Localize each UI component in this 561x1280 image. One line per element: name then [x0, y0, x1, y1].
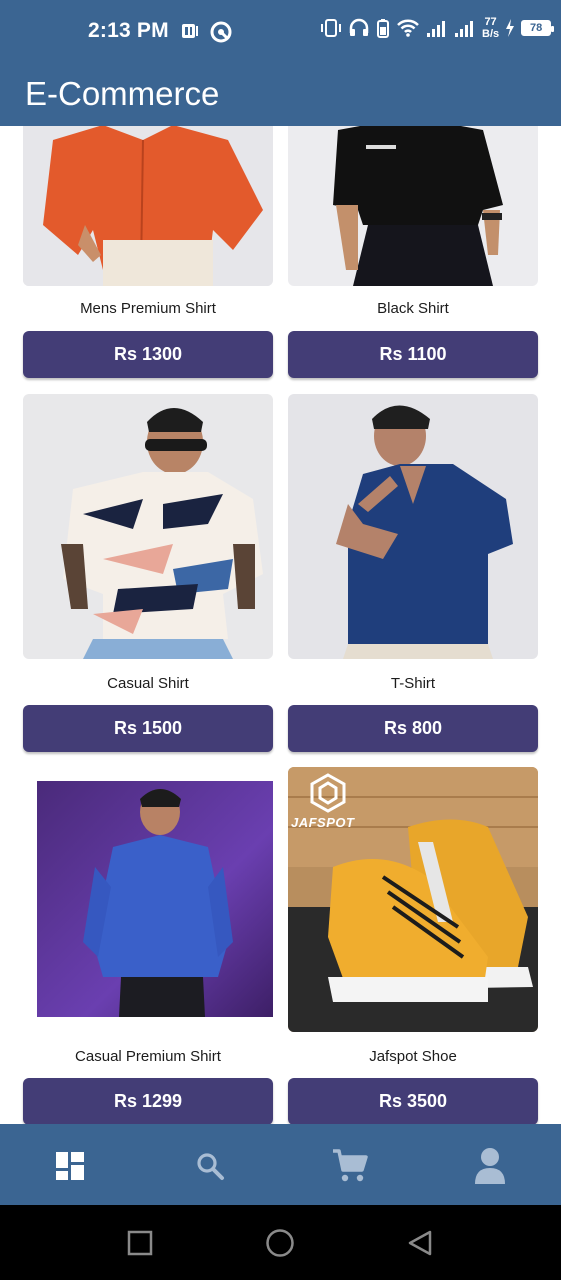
home-button[interactable]	[264, 1227, 296, 1259]
headset-icon	[349, 18, 369, 36]
nav-cart[interactable]	[328, 1144, 372, 1188]
product-photo	[23, 126, 273, 286]
recents-button[interactable]	[124, 1227, 156, 1259]
system-navigation-bar	[0, 1205, 561, 1280]
product-card[interactable]: Mens Premium Shirt Rs 1300	[23, 126, 273, 378]
bottom-navigation	[0, 1124, 561, 1205]
price-button[interactable]: Rs 3500	[288, 1078, 538, 1124]
price-button[interactable]: Rs 1299	[23, 1078, 273, 1124]
product-photo	[23, 394, 273, 659]
jafspot-logo-icon	[310, 773, 346, 813]
jafspot-logo-text: JAFSPOT	[291, 815, 355, 830]
back-icon	[408, 1230, 432, 1256]
nav-search[interactable]	[188, 1144, 232, 1188]
profile-icon	[475, 1148, 505, 1184]
back-button[interactable]	[404, 1227, 436, 1259]
product-card[interactable]: Casual Shirt Rs 1500	[23, 394, 273, 752]
status-bar: 2:13 PM 77 B/s 78	[0, 0, 561, 62]
product-image[interactable]	[288, 394, 538, 659]
product-photo	[23, 767, 273, 1032]
product-name: Black Shirt	[377, 300, 449, 317]
recents-icon	[127, 1230, 153, 1256]
net-speed-value: 77	[484, 16, 497, 28]
product-card[interactable]: T-Shirt Rs 800	[288, 394, 538, 752]
product-grid[interactable]: Mens Premium Shirt Rs 1300 Black Shirt R…	[0, 126, 561, 1124]
price-button[interactable]: Rs 800	[288, 705, 538, 752]
app-bar: E-Commerce	[0, 62, 561, 126]
net-speed: 77 B/s	[482, 16, 499, 40]
product-photo	[288, 394, 538, 659]
charging-icon	[506, 19, 515, 37]
product-card[interactable]: JAFSPOT Jafspot Shoe Rs 3500	[288, 767, 538, 1124]
product-image[interactable]: JAFSPOT	[288, 767, 538, 1032]
net-speed-unit: B/s	[482, 28, 500, 40]
dashboard-icon	[56, 1152, 84, 1180]
nav-profile[interactable]	[468, 1144, 512, 1188]
product-image[interactable]	[288, 126, 538, 286]
product-card[interactable]: Casual Premium Shirt Rs 1299	[23, 767, 273, 1124]
battery-indicator: 78	[521, 20, 555, 36]
search-icon	[197, 1153, 224, 1180]
nav-dashboard[interactable]	[48, 1144, 92, 1188]
signal-icon	[427, 21, 445, 37]
battery-level: 78	[530, 22, 543, 34]
vpn-icon	[210, 21, 232, 43]
cart-icon	[333, 1149, 368, 1182]
price-button[interactable]: Rs 1500	[23, 705, 273, 752]
product-name: Casual Shirt	[107, 675, 189, 692]
home-icon	[266, 1229, 294, 1257]
wifi-icon	[397, 19, 419, 37]
notification-icon	[182, 24, 198, 38]
product-image[interactable]	[23, 394, 273, 659]
product-image[interactable]	[23, 126, 273, 286]
vibrate-icon	[321, 19, 341, 37]
product-card[interactable]: Black Shirt Rs 1100	[288, 126, 538, 378]
signal-icon	[455, 21, 473, 37]
product-name: Casual Premium Shirt	[75, 1048, 221, 1065]
product-image[interactable]	[23, 767, 273, 1032]
status-right-icons: 77 B/s 78	[320, 16, 555, 40]
product-name: T-Shirt	[390, 675, 436, 692]
price-button[interactable]: Rs 1300	[23, 331, 273, 378]
price-button[interactable]: Rs 1100	[288, 331, 538, 378]
status-left-icons	[180, 21, 232, 43]
product-name: Mens Premium Shirt	[80, 300, 216, 317]
status-time: 2:13 PM	[88, 19, 169, 42]
battery-saver-icon	[377, 19, 389, 38]
product-name: Jafspot Shoe	[369, 1048, 457, 1065]
app-title: E-Commerce	[25, 75, 220, 112]
product-photo	[288, 126, 538, 286]
